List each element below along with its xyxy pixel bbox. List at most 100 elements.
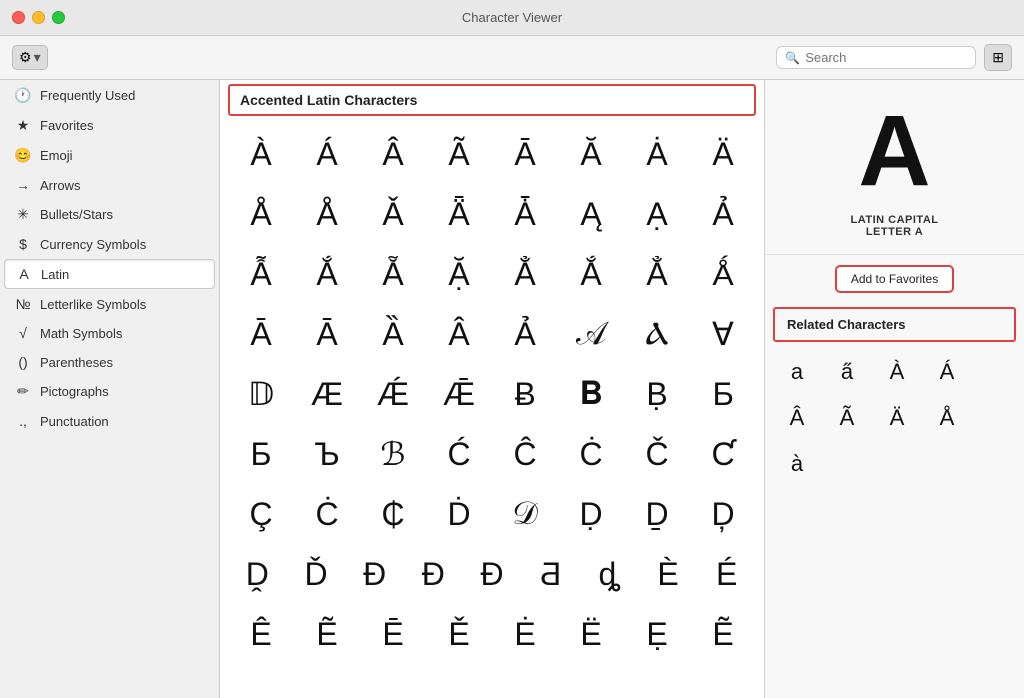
char-cell[interactable]: 𝒜 <box>558 304 624 364</box>
char-cell[interactable]: À <box>228 124 294 184</box>
grid-view-button[interactable]: ⊞ <box>984 44 1012 71</box>
related-char-cell[interactable]: Â <box>773 396 821 440</box>
sidebar-item-favorites[interactable]: ★ Favorites <box>4 111 215 140</box>
char-cell[interactable]: Ā <box>492 124 558 184</box>
char-cell[interactable]: Ǡ <box>492 184 558 244</box>
sidebar-item-letterlike[interactable]: № Letterlike Symbols <box>4 290 215 318</box>
char-cell[interactable]: Ǣ <box>426 364 492 424</box>
char-cell[interactable]: Ắ <box>294 244 360 304</box>
char-cell[interactable]: Ċ <box>294 484 360 544</box>
char-cell[interactable]: Å <box>228 184 294 244</box>
settings-button[interactable]: ⚙ ▾ <box>12 45 48 70</box>
char-cell[interactable]: Ḓ <box>228 544 287 604</box>
char-cell[interactable]: Ȁ <box>360 304 426 364</box>
char-cell[interactable]: Â <box>426 304 492 364</box>
char-cell[interactable]: ℬ <box>360 424 426 484</box>
char-cell[interactable]: Ė <box>492 604 558 664</box>
char-cell[interactable]: Ạ <box>624 184 690 244</box>
char-cell[interactable]: Ë <box>558 604 624 664</box>
sidebar-item-frequently-used[interactable]: 🕐 Frequently Used <box>4 81 215 110</box>
char-cell[interactable]: È <box>639 544 698 604</box>
char-cell[interactable]: Ā <box>228 304 294 364</box>
char-cell[interactable]: Æ <box>294 364 360 424</box>
char-cell[interactable]: Ê <box>228 604 294 664</box>
related-char-cell[interactable]: à <box>773 442 821 486</box>
char-cell[interactable]: Ȧ <box>624 124 690 184</box>
sidebar-item-bullets-stars[interactable]: ✳ Bullets/Stars <box>4 200 215 229</box>
char-cell[interactable]: Ъ <box>294 424 360 484</box>
char-cell[interactable]: Ć <box>426 424 492 484</box>
char-cell[interactable]: Ḑ <box>690 484 756 544</box>
related-char-cell[interactable]: Å <box>923 396 971 440</box>
char-cell[interactable]: Б <box>228 424 294 484</box>
char-cell[interactable]: Ð <box>345 544 404 604</box>
char-cell[interactable]: Ɖ <box>463 544 522 604</box>
related-char-cell[interactable]: a̋ <box>823 350 871 394</box>
char-cell[interactable]: Č <box>624 424 690 484</box>
char-cell[interactable]: Ƌ <box>521 544 580 604</box>
related-char-cell[interactable]: Ã <box>823 396 871 440</box>
char-cell[interactable]: Ā <box>294 304 360 364</box>
char-cell[interactable]: Ă <box>558 124 624 184</box>
sidebar-item-currency[interactable]: $ Currency Symbols <box>4 230 215 258</box>
sidebar-item-pictographs[interactable]: ✏ Pictographs <box>4 377 215 406</box>
char-cell[interactable]: Ä <box>690 124 756 184</box>
char-cell[interactable]: Ç <box>228 484 294 544</box>
sidebar-item-parentheses[interactable]: () Parentheses <box>4 348 215 376</box>
related-char-cell[interactable]: À <box>873 350 921 394</box>
char-cell[interactable]: Ě <box>426 604 492 664</box>
char-cell[interactable]: Ċ <box>558 424 624 484</box>
char-cell[interactable]: Ǟ <box>426 184 492 244</box>
char-cell[interactable]: Ả <box>492 304 558 364</box>
related-char-cell[interactable]: Ä <box>873 396 921 440</box>
close-button[interactable] <box>12 11 25 24</box>
minimize-button[interactable] <box>32 11 45 24</box>
add-to-favorites-button[interactable]: Add to Favorites <box>835 265 954 293</box>
char-cell[interactable]: Ẳ <box>624 244 690 304</box>
char-cell[interactable]: Ƀ <box>492 364 558 424</box>
char-cell[interactable]: Ē <box>360 604 426 664</box>
sidebar-item-punctuation[interactable]: ., Punctuation <box>4 407 215 435</box>
sidebar-item-arrows[interactable]: → Arrows <box>4 171 215 199</box>
char-cell[interactable]: Å <box>294 184 360 244</box>
char-cell[interactable]: Đ <box>404 544 463 604</box>
char-cell[interactable]: Ẽ <box>690 604 756 664</box>
char-cell[interactable]: Ḅ <box>624 364 690 424</box>
char-cell[interactable]: Ĉ <box>492 424 558 484</box>
maximize-button[interactable] <box>52 11 65 24</box>
char-cell[interactable]: Ƈ <box>690 424 756 484</box>
char-cell[interactable]: Ƃ <box>690 364 756 424</box>
char-cell[interactable]: É <box>697 544 756 604</box>
char-cell[interactable]: Ḏ <box>624 484 690 544</box>
char-cell[interactable]: 𝔻 <box>228 364 294 424</box>
char-cell[interactable]: Ḍ <box>558 484 624 544</box>
char-cell[interactable]: Á <box>294 124 360 184</box>
char-cell[interactable]: Ą <box>558 184 624 244</box>
char-cell[interactable]: Ⲁ <box>624 304 690 364</box>
char-cell[interactable]: ȡ <box>580 544 639 604</box>
sidebar-item-math[interactable]: √ Math Symbols <box>4 319 215 347</box>
char-cell[interactable]: Ǽ <box>360 364 426 424</box>
char-cell[interactable]: Ẳ <box>492 244 558 304</box>
sidebar-item-emoji[interactable]: 😊 Emoji <box>4 141 215 170</box>
char-cell[interactable]: Ḋ <box>426 484 492 544</box>
sidebar-item-latin[interactable]: A Latin <box>4 259 215 289</box>
char-cell[interactable]: Â <box>360 124 426 184</box>
search-input[interactable] <box>805 50 967 65</box>
char-cell[interactable]: Ã <box>426 124 492 184</box>
char-cell[interactable]: 𝒟 <box>492 484 558 544</box>
char-cell[interactable]: 𝐁 <box>558 364 624 424</box>
char-cell[interactable]: ∀ <box>690 304 756 364</box>
related-char-cell[interactable]: a <box>773 350 821 394</box>
char-cell[interactable]: Ả <box>690 184 756 244</box>
char-cell[interactable]: Ẫ <box>228 244 294 304</box>
related-char-cell[interactable]: Á <box>923 350 971 394</box>
char-cell[interactable]: Ặ <box>426 244 492 304</box>
char-cell[interactable]: Ǻ <box>690 244 756 304</box>
char-cell[interactable]: Ď <box>287 544 346 604</box>
char-cell[interactable]: Ẹ <box>624 604 690 664</box>
char-cell[interactable]: Ẵ <box>360 244 426 304</box>
char-cell[interactable]: Ẽ <box>294 604 360 664</box>
char-cell[interactable]: Ǎ <box>360 184 426 244</box>
char-cell[interactable]: Ắ <box>558 244 624 304</box>
